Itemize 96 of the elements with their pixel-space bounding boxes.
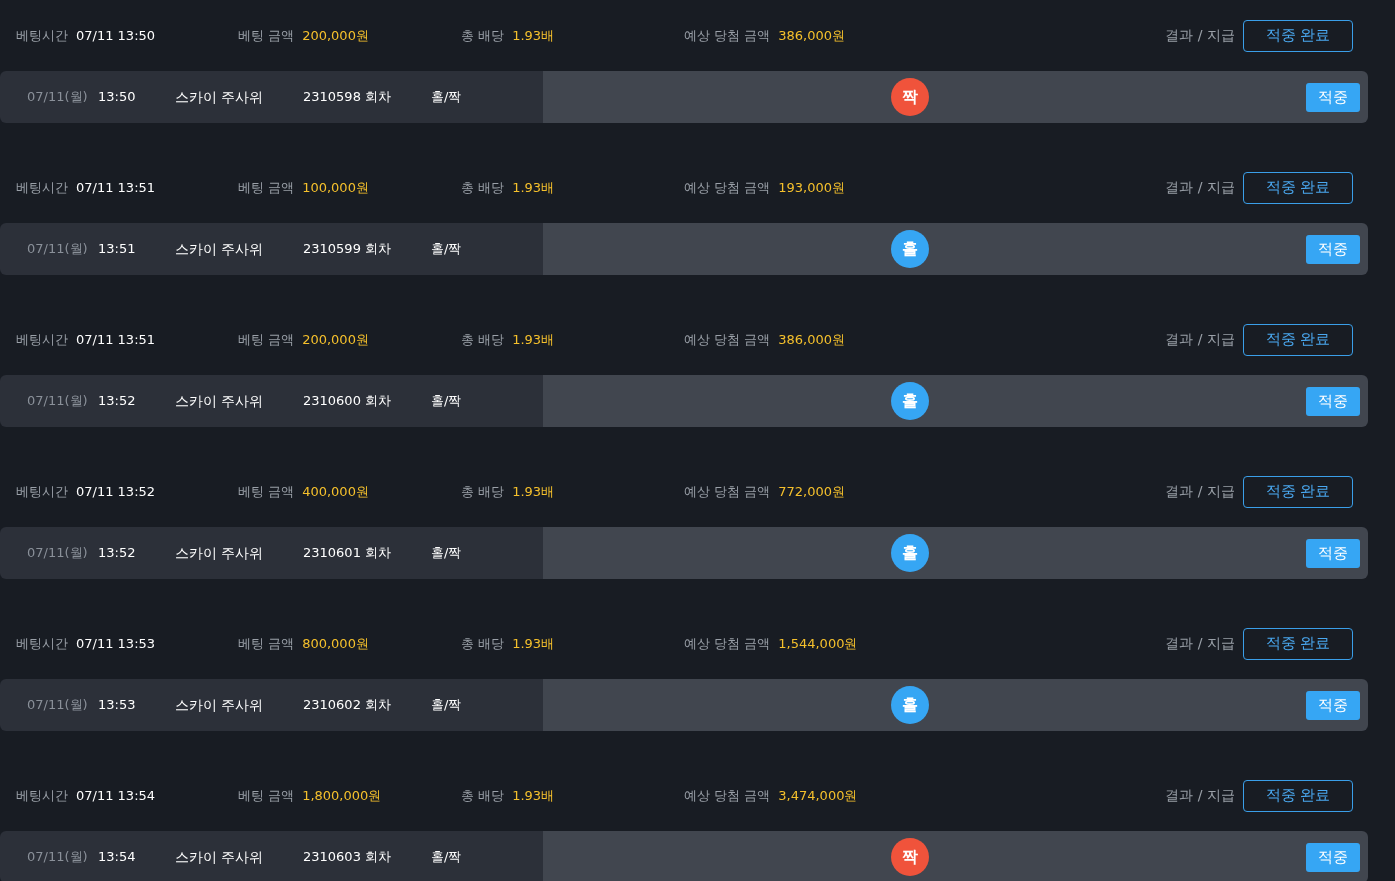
bet-date: 07/11(월) (27, 696, 89, 715)
bet-amount: 200,000원 (302, 330, 369, 349)
hit-complete-button[interactable]: 적중 완료 (1243, 475, 1353, 508)
result-payout-label: 결과 / 지급 (1165, 634, 1235, 653)
round-number: 2310601 회차 (303, 544, 393, 563)
bet-clock-time: 13:52 (98, 544, 137, 563)
expected-win-amount: 1,544,000원 (778, 634, 858, 653)
bet-clock-time: 13:50 (98, 88, 137, 107)
bet-amount-label: 베팅 금액 (238, 634, 295, 653)
result-payout-label: 결과 / 지급 (1165, 26, 1235, 45)
game-name: 스카이 주사위 (175, 543, 265, 563)
bet-time-label: 베팅시간 (16, 786, 68, 805)
bet-amount: 800,000원 (302, 634, 369, 653)
expected-win-label: 예상 당첨 금액 (684, 482, 771, 501)
odds-value: 1.93배 (512, 330, 555, 349)
hit-badge: 적중 (1306, 82, 1360, 112)
bet-time-label: 베팅시간 (16, 330, 68, 349)
bet-time-label: 베팅시간 (16, 178, 68, 197)
bet-amount: 200,000원 (302, 26, 369, 45)
game-name: 스카이 주사위 (175, 87, 265, 107)
bet-time-label: 베팅시간 (16, 482, 68, 501)
bet-time: 07/11 13:51 (76, 178, 156, 197)
hit-badge: 적중 (1306, 234, 1360, 264)
bet-date: 07/11(월) (27, 544, 89, 563)
bet-type: 홀/짝 (431, 696, 462, 715)
bet-amount-label: 베팅 금액 (238, 330, 295, 349)
odds-value: 1.93배 (512, 178, 555, 197)
bet-type: 홀/짝 (431, 392, 462, 411)
result-payout-label: 결과 / 지급 (1165, 482, 1235, 501)
bet-clock-time: 13:52 (98, 392, 137, 411)
bet-time: 07/11 13:54 (76, 786, 156, 805)
expected-win-amount: 386,000원 (778, 330, 846, 349)
hit-complete-button[interactable]: 적중 완료 (1243, 779, 1353, 812)
bet-time: 07/11 13:53 (76, 634, 156, 653)
expected-win-label: 예상 당첨 금액 (684, 178, 771, 197)
expected-win-label: 예상 당첨 금액 (684, 634, 771, 653)
odds-label: 총 배당 (461, 482, 505, 501)
bet-type: 홀/짝 (431, 88, 462, 107)
bet-amount-label: 베팅 금액 (238, 786, 295, 805)
bet-amount: 1,800,000원 (302, 786, 382, 805)
bet-date: 07/11(월) (27, 848, 89, 867)
odds-label: 총 배당 (461, 26, 505, 45)
hit-badge: 적중 (1306, 842, 1360, 872)
bet-amount: 100,000원 (302, 178, 369, 197)
bet-type: 홀/짝 (431, 848, 462, 867)
bet-time: 07/11 13:51 (76, 330, 156, 349)
bet-date: 07/11(월) (27, 88, 89, 107)
expected-win-label: 예상 당첨 금액 (684, 26, 771, 45)
bet-time: 07/11 13:52 (76, 482, 156, 501)
game-name: 스카이 주사위 (175, 847, 265, 867)
round-number: 2310600 회차 (303, 392, 393, 411)
round-number: 2310602 회차 (303, 696, 393, 715)
result-payout-label: 결과 / 지급 (1165, 786, 1235, 805)
expected-win-amount: 193,000원 (778, 178, 846, 197)
expected-win-amount: 3,474,000원 (778, 786, 858, 805)
hit-badge: 적중 (1306, 538, 1360, 568)
round-number: 2310603 회차 (303, 848, 393, 867)
odds-value: 1.93배 (512, 482, 555, 501)
round-number: 2310598 회차 (303, 88, 393, 107)
bet-amount-label: 베팅 금액 (238, 482, 295, 501)
odds-value: 1.93배 (512, 634, 555, 653)
bet-time: 07/11 13:50 (76, 26, 156, 45)
hit-complete-button[interactable]: 적중 완료 (1243, 171, 1353, 204)
bet-date: 07/11(월) (27, 240, 89, 259)
bet-clock-time: 13:53 (98, 696, 137, 715)
bet-type: 홀/짝 (431, 240, 462, 259)
hit-complete-button[interactable]: 적중 완료 (1243, 323, 1353, 356)
bet-amount-label: 베팅 금액 (238, 26, 295, 45)
result-payout-label: 결과 / 지급 (1165, 330, 1235, 349)
expected-win-amount: 772,000원 (778, 482, 846, 501)
game-name: 스카이 주사위 (175, 695, 265, 715)
bet-date: 07/11(월) (27, 392, 89, 411)
odds-value: 1.93배 (512, 26, 555, 45)
bet-amount-label: 베팅 금액 (238, 178, 295, 197)
game-name: 스카이 주사위 (175, 391, 265, 411)
result-payout-label: 결과 / 지급 (1165, 178, 1235, 197)
round-number: 2310599 회차 (303, 240, 393, 259)
odds-label: 총 배당 (461, 634, 505, 653)
hit-complete-button[interactable]: 적중 완료 (1243, 627, 1353, 660)
bet-clock-time: 13:54 (98, 848, 137, 867)
odds-value: 1.93배 (512, 786, 555, 805)
bet-clock-time: 13:51 (98, 240, 137, 259)
game-name: 스카이 주사위 (175, 239, 265, 259)
hit-complete-button[interactable]: 적중 완료 (1243, 19, 1353, 52)
bet-amount: 400,000원 (302, 482, 369, 501)
hit-badge: 적중 (1306, 386, 1360, 416)
odds-label: 총 배당 (461, 330, 505, 349)
expected-win-amount: 386,000원 (778, 26, 846, 45)
odds-label: 총 배당 (461, 786, 505, 805)
bet-type: 홀/짝 (431, 544, 462, 563)
bet-time-label: 베팅시간 (16, 26, 68, 45)
expected-win-label: 예상 당첨 금액 (684, 786, 771, 805)
expected-win-label: 예상 당첨 금액 (684, 330, 771, 349)
odds-label: 총 배당 (461, 178, 505, 197)
bet-time-label: 베팅시간 (16, 634, 68, 653)
hit-badge: 적중 (1306, 690, 1360, 720)
